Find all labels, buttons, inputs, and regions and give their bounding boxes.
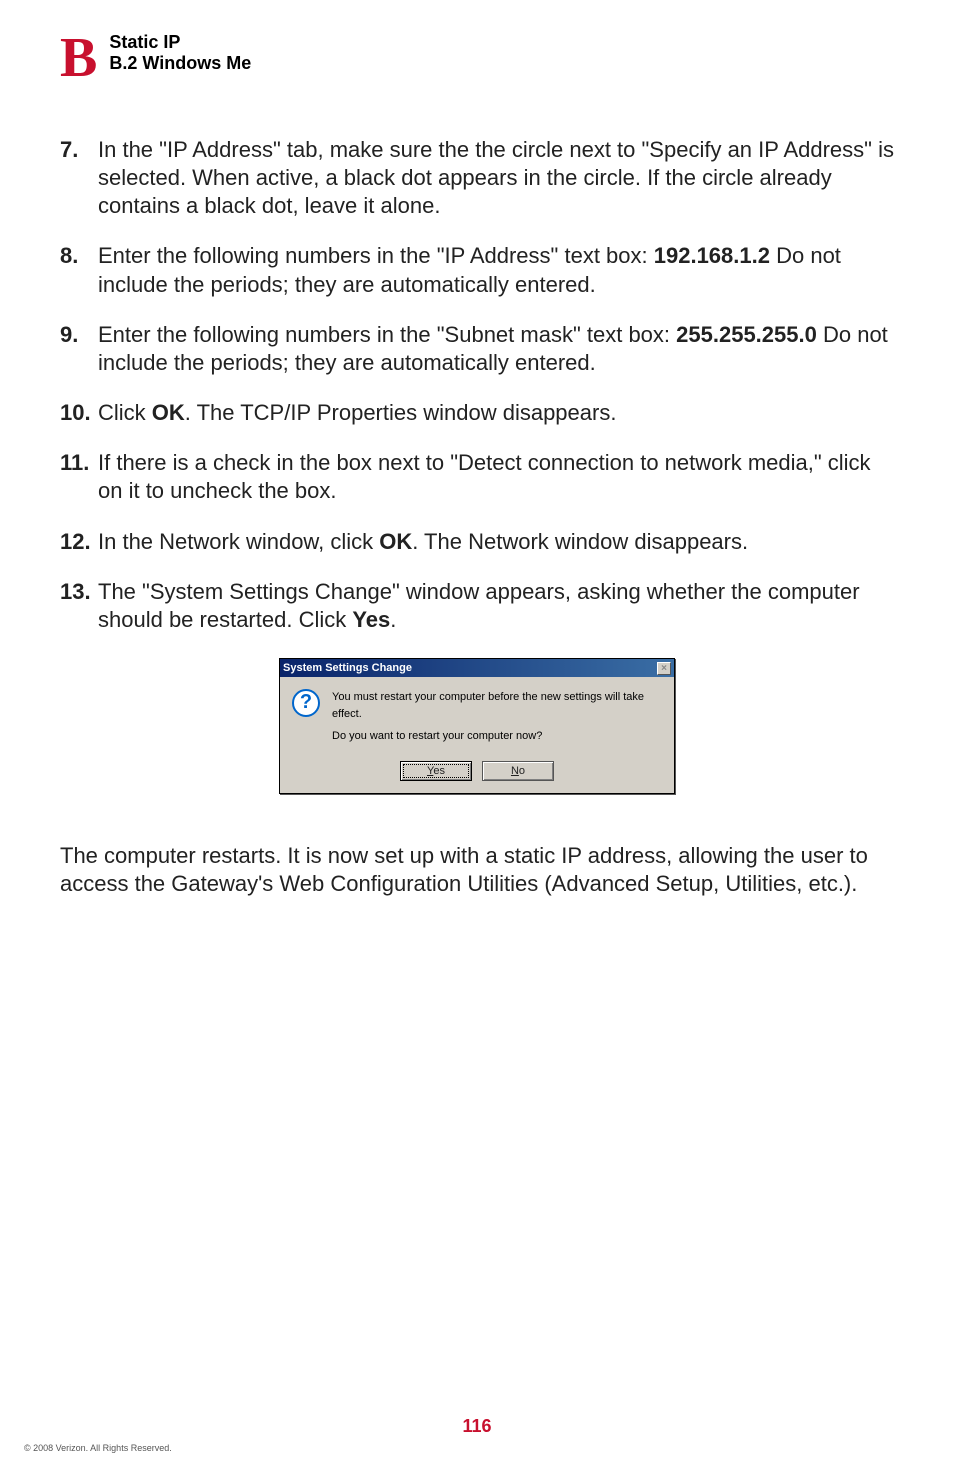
dialog-screenshot: System Settings Change × ? You must rest… (60, 658, 894, 794)
step-text: In the "IP Address" tab, make sure the t… (98, 136, 894, 220)
dialog-line2: Do you want to restart your computer now… (332, 728, 662, 745)
yes-label: Yes (352, 607, 390, 632)
step-number: 7. (60, 136, 98, 220)
dialog-title-text: System Settings Change (283, 661, 412, 675)
step-number: 10. (60, 399, 98, 427)
system-settings-change-dialog: System Settings Change × ? You must rest… (279, 658, 675, 794)
header-subtitle: B.2 Windows Me (109, 53, 251, 74)
step-number: 11. (60, 449, 98, 505)
dialog-body: ? You must restart your computer before … (280, 677, 674, 757)
no-button[interactable]: No (482, 761, 554, 781)
step-11: 11. If there is a check in the box next … (60, 449, 894, 505)
text-pre: Enter the following numbers in the "Subn… (98, 322, 676, 347)
ok-label: OK (152, 400, 185, 425)
content-body: 7. In the "IP Address" tab, make sure th… (60, 136, 894, 898)
step-9: 9. Enter the following numbers in the "S… (60, 321, 894, 377)
page-number: 116 (0, 1416, 954, 1437)
step-text: If there is a check in the box next to "… (98, 449, 894, 505)
text-pre: In the Network window, click (98, 529, 379, 554)
text-post: . The TCP/IP Properties window disappear… (185, 400, 617, 425)
dialog-line1: You must restart your computer before th… (332, 689, 662, 722)
step-8: 8. Enter the following numbers in the "I… (60, 242, 894, 298)
no-accel: N (511, 765, 519, 777)
step-number: 13. (60, 578, 98, 634)
step-number: 12. (60, 528, 98, 556)
text-pre: The "System Settings Change" window appe… (98, 579, 860, 632)
header-title: Static IP (109, 32, 251, 53)
yes-rest: es (433, 765, 445, 777)
step-10: 10. Click OK. The TCP/IP Properties wind… (60, 399, 894, 427)
step-number: 8. (60, 242, 98, 298)
dialog-buttons: Yes No (280, 757, 674, 793)
closing-paragraph: The computer restarts. It is now set up … (60, 842, 894, 898)
dialog-message: You must restart your computer before th… (332, 689, 662, 745)
page-header: B Static IP B.2 Windows Me (60, 30, 894, 86)
text-post: . (390, 607, 396, 632)
text-pre: Click (98, 400, 152, 425)
appendix-letter: B (60, 30, 97, 86)
step-text: Enter the following numbers in the "IP A… (98, 242, 894, 298)
text-post: . The Network window disappears. (412, 529, 748, 554)
step-13: 13. The "System Settings Change" window … (60, 578, 894, 634)
ok-label: OK (379, 529, 412, 554)
copyright-notice: © 2008 Verizon. All Rights Reserved. (24, 1443, 172, 1453)
step-12: 12. In the Network window, click OK. The… (60, 528, 894, 556)
step-number: 9. (60, 321, 98, 377)
step-text: The "System Settings Change" window appe… (98, 578, 894, 634)
header-text-block: Static IP B.2 Windows Me (109, 30, 251, 74)
step-text: Enter the following numbers in the "Subn… (98, 321, 894, 377)
ip-address-value: 192.168.1.2 (654, 243, 770, 268)
close-icon[interactable]: × (657, 662, 671, 675)
step-7: 7. In the "IP Address" tab, make sure th… (60, 136, 894, 220)
step-text: In the Network window, click OK. The Net… (98, 528, 894, 556)
no-rest: o (519, 765, 525, 777)
text-pre: Enter the following numbers in the "IP A… (98, 243, 654, 268)
step-text: Click OK. The TCP/IP Properties window d… (98, 399, 894, 427)
question-icon: ? (292, 689, 320, 717)
yes-button[interactable]: Yes (400, 761, 472, 781)
subnet-mask-value: 255.255.255.0 (676, 322, 817, 347)
dialog-titlebar: System Settings Change × (280, 659, 674, 677)
